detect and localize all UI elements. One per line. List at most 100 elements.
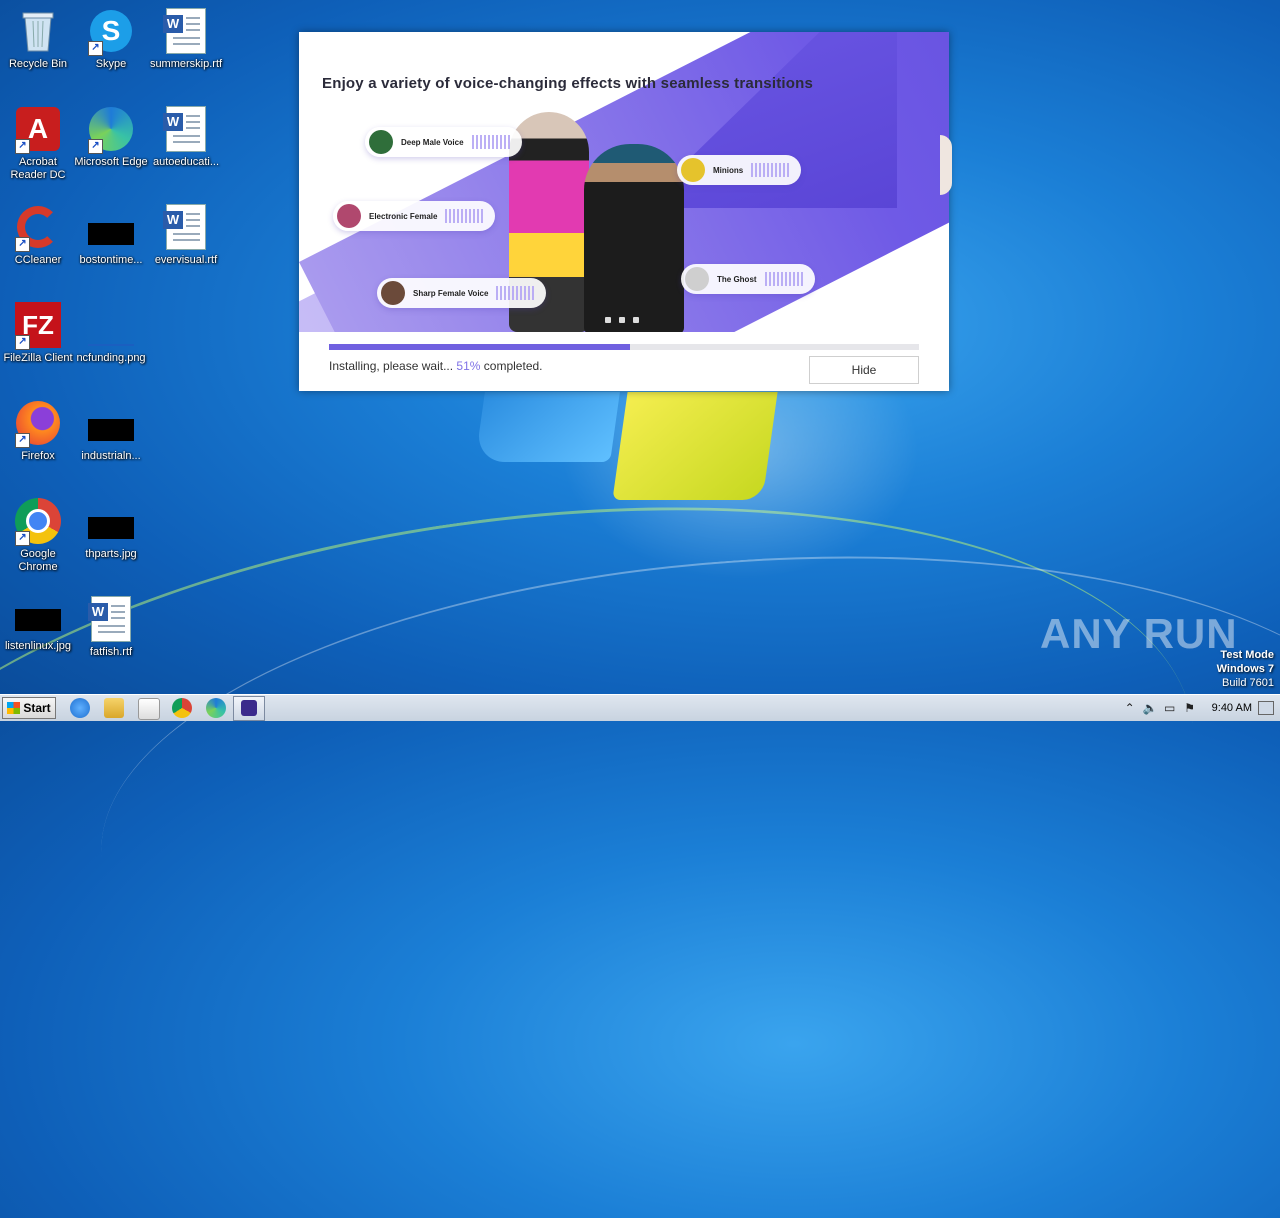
- firefox-icon: ↗: [15, 400, 61, 448]
- windows-flag-icon: [7, 702, 21, 714]
- file-explorer-icon[interactable]: [104, 698, 124, 718]
- avatar: [685, 267, 709, 291]
- chrome-icon: ↗: [15, 498, 61, 546]
- voice-name: The Ghost: [717, 274, 757, 284]
- word-document-icon: W: [163, 204, 209, 250]
- install-status: Installing, please wait... 51% completed…: [329, 359, 543, 373]
- windows-logo: [475, 392, 780, 502]
- promo-banner: Enjoy a variety of voice-changing effect…: [299, 32, 949, 332]
- anyrun-watermark: ANY RUN: [1040, 610, 1238, 657]
- icon-label: Google Chrome: [18, 548, 58, 573]
- installer-taskbar-button[interactable]: [233, 696, 265, 721]
- internet-explorer-icon[interactable]: [70, 698, 90, 718]
- avatar: [369, 130, 393, 154]
- media-player-icon[interactable]: [138, 698, 160, 720]
- installer-window: Enjoy a variety of voice-changing effect…: [299, 32, 949, 391]
- waveform-icon: [764, 272, 805, 286]
- progress-fill: [329, 344, 630, 350]
- icon-label: ncfunding.png: [76, 352, 146, 364]
- voice-name: Minions: [713, 165, 744, 175]
- carousel-dot[interactable]: [605, 317, 611, 323]
- hide-button[interactable]: Hide: [809, 356, 919, 384]
- icon-label: industrialn...: [81, 450, 141, 462]
- desktop-icon-recycle-bin[interactable]: Recycle Bin: [0, 8, 76, 71]
- desktop-icon-ccleaner[interactable]: ↗ CCleaner: [0, 204, 76, 267]
- word-document-icon: W: [163, 106, 209, 152]
- start-label: Start: [23, 701, 51, 715]
- icon-label: Skype: [95, 58, 127, 70]
- ccleaner-icon: ↗: [15, 204, 61, 252]
- voice-name: Deep Male Voice: [401, 137, 464, 147]
- skype-icon: S ↗: [88, 8, 134, 56]
- voice-pill-deep-male: Deep Male Voice: [365, 127, 522, 157]
- word-document-icon: W: [88, 596, 134, 642]
- icon-label: Recycle Bin: [8, 58, 68, 70]
- voice-name: Electronic Female: [369, 211, 438, 221]
- test-mode-label: Test Mode: [1220, 649, 1274, 661]
- desktop-icon-bostontime[interactable]: bostontime...: [73, 204, 149, 267]
- os-label: Windows 7: [1216, 663, 1274, 675]
- desktop-icon-industrialn[interactable]: industrialn...: [73, 400, 149, 463]
- character-male: [584, 144, 684, 332]
- waveform-icon: [496, 286, 537, 300]
- system-tray: ⌃ 🔈 ▭ ⚑ 9:40 AM: [1120, 695, 1280, 721]
- desktop-icon-filezilla[interactable]: FZ ↗ FileZilla Client: [0, 302, 76, 365]
- image-file-icon: [88, 302, 134, 348]
- chrome-taskbar-icon[interactable]: [172, 698, 192, 718]
- desktop-icon-fatfish[interactable]: W fatfish.rtf: [73, 596, 149, 659]
- carousel-dot[interactable]: [633, 317, 639, 323]
- clock[interactable]: 9:40 AM: [1212, 702, 1252, 714]
- waveform-icon: [751, 163, 792, 177]
- desktop-icon-edge[interactable]: ↗ Microsoft Edge: [73, 106, 149, 169]
- voice-name: Sharp Female Voice: [413, 288, 489, 298]
- edge-taskbar-icon[interactable]: [206, 698, 226, 718]
- avatar: [381, 281, 405, 305]
- icon-label: Firefox: [21, 450, 55, 462]
- show-desktop-icon[interactable]: [1258, 701, 1274, 715]
- network-icon[interactable]: ▭: [1163, 701, 1177, 715]
- desktop-icon-thparts[interactable]: thparts.jpg: [73, 498, 149, 561]
- image-file-icon: [15, 604, 61, 636]
- image-file-icon: [88, 498, 134, 544]
- desktop-icon-evervisual[interactable]: W evervisual.rtf: [148, 204, 224, 267]
- acrobat-icon: A ↗: [15, 106, 61, 154]
- voice-pill-electronic-female: Electronic Female: [333, 201, 496, 231]
- icon-label: thparts.jpg: [85, 548, 137, 560]
- icon-label: FileZilla Client: [3, 352, 73, 364]
- icon-label: fatfish.rtf: [89, 646, 133, 658]
- voice-pill-ghost: The Ghost: [681, 264, 815, 294]
- status-suffix: completed.: [483, 359, 543, 373]
- test-mode-notice: Test Mode Windows 7 Build 7601: [1217, 648, 1274, 690]
- volume-icon[interactable]: 🔈: [1143, 701, 1158, 715]
- build-label: Build 7601: [1222, 677, 1274, 689]
- desktop-icon-firefox[interactable]: ↗ Firefox: [0, 400, 76, 463]
- desktop-icon-ncfunding[interactable]: ncfunding.png: [73, 302, 149, 365]
- status-percent: 51%: [456, 359, 481, 373]
- desktop-icon-autoeducati[interactable]: W autoeducati...: [148, 106, 224, 169]
- recycle-bin-icon: [15, 8, 61, 54]
- tray-expand-icon[interactable]: ⌃: [1123, 701, 1137, 715]
- desktop-icon-listenlinux[interactable]: listenlinux.jpg: [0, 604, 76, 653]
- icon-label: evervisual.rtf: [154, 254, 218, 266]
- waveform-icon: [471, 135, 512, 149]
- icon-label: summerskip.rtf: [149, 58, 223, 70]
- carousel-dot[interactable]: [619, 317, 625, 323]
- partial-window-edge: [940, 135, 952, 195]
- filezilla-icon: FZ ↗: [15, 302, 61, 350]
- desktop-icon-summerskip[interactable]: W summerskip.rtf: [148, 8, 224, 71]
- voice-pill-minions: Minions: [677, 155, 802, 185]
- start-button[interactable]: Start: [2, 697, 56, 719]
- waveform-icon: [445, 209, 486, 223]
- icon-label: listenlinux.jpg: [4, 640, 72, 652]
- action-center-flag-icon[interactable]: ⚑: [1183, 701, 1197, 715]
- desktop-icon-acrobat[interactable]: A ↗ Acrobat Reader DC: [0, 106, 76, 182]
- desktop-icon-chrome[interactable]: ↗ Google Chrome: [0, 498, 76, 574]
- install-progress-bar: [329, 344, 919, 350]
- avatar: [337, 204, 361, 228]
- icon-label: bostontime...: [79, 254, 143, 266]
- icon-label: Microsoft Edge: [74, 156, 148, 168]
- avatar: [681, 158, 705, 182]
- desktop-icon-skype[interactable]: S ↗ Skype: [73, 8, 149, 71]
- image-file-icon: [88, 204, 134, 250]
- banner-title: Enjoy a variety of voice-changing effect…: [322, 75, 814, 92]
